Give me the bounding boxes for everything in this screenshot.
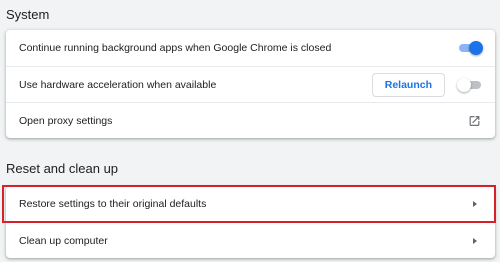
hardware-acceleration-label: Use hardware acceleration when available [19, 78, 217, 91]
background-apps-label: Continue running background apps when Go… [19, 42, 332, 54]
clean-up-computer-label: Clean up computer [19, 234, 108, 247]
clean-up-computer-row[interactable]: Clean up computer [6, 222, 495, 258]
external-link-icon[interactable] [468, 114, 481, 127]
system-card: Continue running background apps when Go… [6, 30, 495, 138]
relaunch-button[interactable]: Relaunch [371, 72, 445, 97]
background-apps-toggle[interactable] [457, 41, 483, 55]
hardware-acceleration-toggle[interactable] [457, 77, 483, 92]
arrow-right-icon [473, 237, 477, 244]
arrow-right-icon [473, 201, 477, 207]
section-title-reset: Reset and clean up [6, 161, 119, 176]
restore-defaults-label: Restore settings to their original defau… [19, 198, 207, 210]
proxy-settings-row[interactable]: Open proxy settings [6, 102, 495, 138]
reset-card: Restore settings to their original defau… [6, 186, 495, 258]
hardware-acceleration-row: Use hardware acceleration when available… [6, 66, 495, 102]
background-apps-row[interactable]: Continue running background apps when Go… [6, 30, 495, 66]
section-title-system: System [6, 7, 50, 22]
restore-defaults-row[interactable]: Restore settings to their original defau… [6, 186, 495, 222]
toggle-knob [457, 77, 471, 92]
proxy-settings-label: Open proxy settings [19, 114, 113, 127]
toggle-knob [469, 41, 483, 55]
